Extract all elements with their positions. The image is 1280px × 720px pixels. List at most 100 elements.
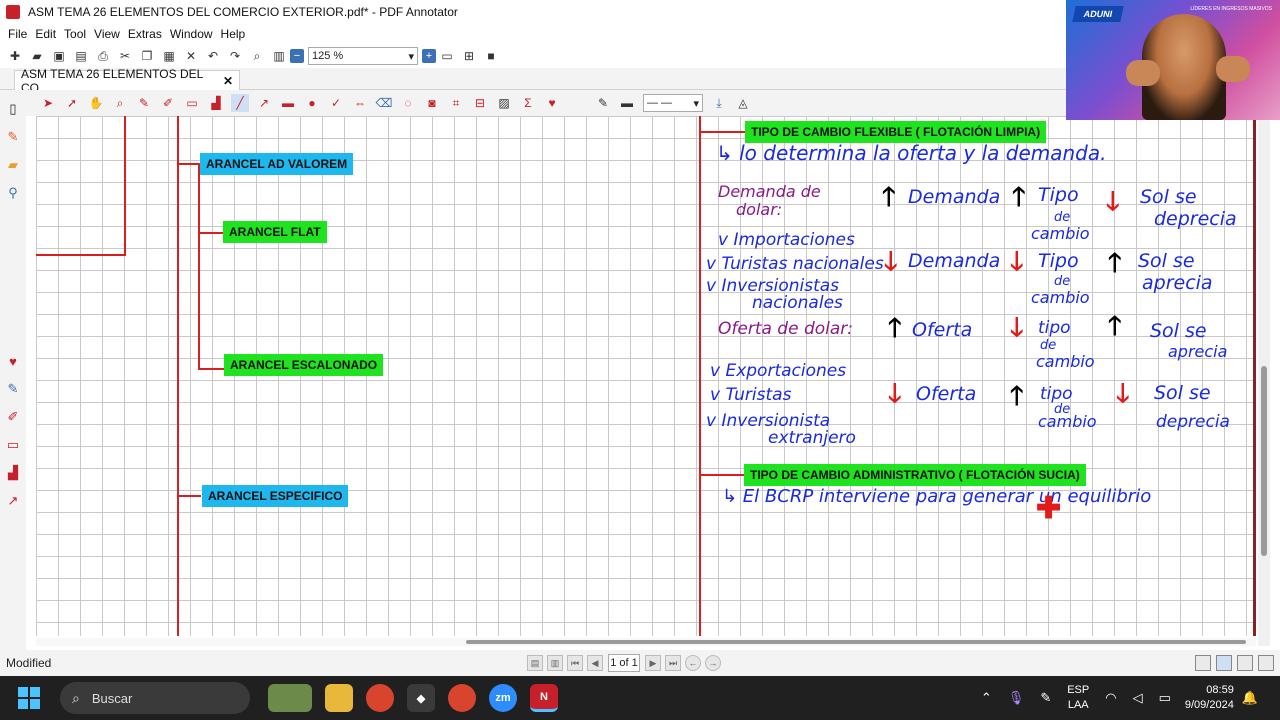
- fit-page-icon[interactable]: ▭: [438, 47, 456, 65]
- wifi-icon[interactable]: ◠: [1105, 690, 1116, 706]
- menu-tool[interactable]: Tool: [64, 27, 86, 41]
- stamp-icon[interactable]: ▟: [4, 464, 22, 482]
- scroll-thumb[interactable]: [466, 640, 1246, 644]
- vertical-scrollbar[interactable]: [1258, 116, 1270, 646]
- next-page-icon[interactable]: ▶: [645, 655, 661, 671]
- horizontal-scrollbar[interactable]: [36, 638, 1256, 646]
- page-icon[interactable]: ▯: [4, 100, 22, 118]
- download-icon[interactable]: ⤓: [710, 94, 728, 112]
- print-icon[interactable]: ⎙: [94, 47, 112, 65]
- fit-width-icon[interactable]: ⊞: [460, 47, 478, 65]
- marker-icon[interactable]: ◬: [734, 94, 752, 112]
- layout-icon[interactable]: ▥: [270, 47, 288, 65]
- crop-icon[interactable]: ⌗: [447, 94, 465, 112]
- image-icon[interactable]: ▨: [495, 94, 513, 112]
- stamp-icon[interactable]: ▟: [207, 94, 225, 112]
- last-page-icon[interactable]: ⏭: [665, 655, 681, 671]
- taskbar-search[interactable]: ⌕ Buscar: [60, 682, 250, 714]
- highlighter-icon[interactable]: ✐: [159, 94, 177, 112]
- menu-window[interactable]: Window: [170, 27, 213, 41]
- sigma-icon[interactable]: Σ: [519, 94, 537, 112]
- eraser-icon[interactable]: ⌫: [375, 94, 393, 112]
- folder-icon[interactable]: ▰: [4, 156, 22, 174]
- notification-bell-icon[interactable]: 🔔: [1242, 690, 1258, 706]
- back-icon[interactable]: ←: [685, 655, 701, 671]
- arrow-icon[interactable]: ↗: [255, 94, 273, 112]
- first-page-icon[interactable]: ⏮: [567, 655, 583, 671]
- heart-icon[interactable]: ♥: [543, 94, 561, 112]
- ruler-icon[interactable]: ⊟: [471, 94, 489, 112]
- prev-page-icon[interactable]: ◀: [587, 655, 603, 671]
- circle-icon[interactable]: ●: [303, 94, 321, 112]
- menu-help[interactable]: Help: [221, 27, 246, 41]
- undo-icon[interactable]: ↶: [204, 47, 222, 65]
- rectangle-icon[interactable]: ▬: [279, 94, 297, 112]
- open-folder-icon[interactable]: ▰: [28, 47, 46, 65]
- chrome-profile-icon[interactable]: [448, 684, 476, 712]
- line-style-select[interactable]: — — ▾: [643, 94, 703, 112]
- pdf-annotator-taskbar-icon[interactable]: N: [530, 684, 558, 712]
- file-explorer-icon[interactable]: [325, 684, 353, 712]
- select-arrow-icon[interactable]: ➤: [39, 94, 57, 112]
- pen-color-icon[interactable]: ✎: [594, 94, 612, 112]
- favorite-heart-icon[interactable]: ♥: [4, 352, 22, 370]
- pen-blue-icon[interactable]: ✎: [4, 380, 22, 398]
- text-box-icon[interactable]: ▭: [4, 436, 22, 454]
- marker-red-icon[interactable]: ✐: [4, 408, 22, 426]
- microphone-icon[interactable]: 🎙: [1008, 690, 1025, 706]
- page-thumbs-icon[interactable]: ▤: [527, 655, 543, 671]
- continuous-view-icon[interactable]: [1216, 655, 1232, 671]
- pdf-page-canvas[interactable]: ARANCEL AD VALOREM ARANCEL FLAT ARANCEL …: [36, 116, 1256, 636]
- save-icon[interactable]: ▣: [50, 47, 68, 65]
- line-width-icon[interactable]: ▬: [618, 94, 636, 112]
- app-icon[interactable]: ◆: [407, 684, 435, 712]
- line-icon[interactable]: ╱: [231, 94, 249, 112]
- delete-icon[interactable]: ✕: [182, 47, 200, 65]
- zoom-tool-icon[interactable]: ⌕: [111, 94, 129, 112]
- find-icon[interactable]: ⌕: [248, 47, 266, 65]
- menu-extras[interactable]: Extras: [128, 27, 162, 41]
- pen-icon[interactable]: ✎: [1040, 690, 1051, 706]
- page-list-icon[interactable]: ▥: [547, 655, 563, 671]
- checkmark-icon[interactable]: ✓: [327, 94, 345, 112]
- new-document-icon[interactable]: ✚: [6, 47, 24, 65]
- language-indicator[interactable]: ESP LAA: [1067, 683, 1089, 713]
- redo-icon[interactable]: ↷: [226, 47, 244, 65]
- zoom-in-icon[interactable]: +: [422, 49, 436, 63]
- save-as-icon[interactable]: ▤: [72, 47, 90, 65]
- zoom-app-icon[interactable]: zm: [489, 684, 517, 712]
- single-page-view-icon[interactable]: [1195, 655, 1211, 671]
- battery-icon[interactable]: ▭: [1159, 690, 1171, 706]
- copy-icon[interactable]: ❐: [138, 47, 156, 65]
- chevron-up-icon[interactable]: ⌃: [981, 690, 992, 706]
- windows-start-icon[interactable]: [18, 687, 40, 709]
- menu-edit[interactable]: Edit: [35, 27, 56, 41]
- measure-icon[interactable]: ⇔: [351, 94, 369, 112]
- close-tab-icon[interactable]: ✕: [223, 74, 233, 88]
- clock[interactable]: 08:59 9/09/2024: [1185, 683, 1234, 713]
- zoom-out-icon[interactable]: −: [290, 49, 304, 63]
- chrome-icon[interactable]: [366, 684, 394, 712]
- tab-document[interactable]: ASM TEMA 26 ELEMENTOS DEL CO... ✕: [14, 67, 240, 95]
- widgets-icon[interactable]: [268, 684, 312, 712]
- pen-icon[interactable]: ✎: [4, 128, 22, 146]
- scroll-thumb[interactable]: [1261, 366, 1267, 556]
- page-indicator[interactable]: 1 of 1: [608, 654, 640, 672]
- grid-view-icon[interactable]: [1258, 655, 1274, 671]
- arrow-icon[interactable]: ↗: [4, 492, 22, 510]
- hand-icon[interactable]: ✋: [87, 94, 105, 112]
- select-text-icon[interactable]: ➚: [63, 94, 81, 112]
- zoom-select[interactable]: 125 % ▾: [308, 47, 418, 65]
- paperclip-icon[interactable]: ⚲: [4, 184, 22, 202]
- paste-icon[interactable]: ▦: [160, 47, 178, 65]
- text-box-icon[interactable]: ▭: [183, 94, 201, 112]
- pen-icon[interactable]: ✎: [135, 94, 153, 112]
- cut-icon[interactable]: ✂: [116, 47, 134, 65]
- fullscreen-icon[interactable]: ■: [482, 47, 500, 65]
- volume-icon[interactable]: ◁: [1133, 690, 1143, 706]
- lasso-icon[interactable]: ◌: [399, 94, 417, 112]
- two-page-view-icon[interactable]: [1237, 655, 1253, 671]
- forward-icon[interactable]: →: [705, 655, 721, 671]
- camera-icon[interactable]: ◙: [423, 94, 441, 112]
- menu-file[interactable]: File: [8, 27, 27, 41]
